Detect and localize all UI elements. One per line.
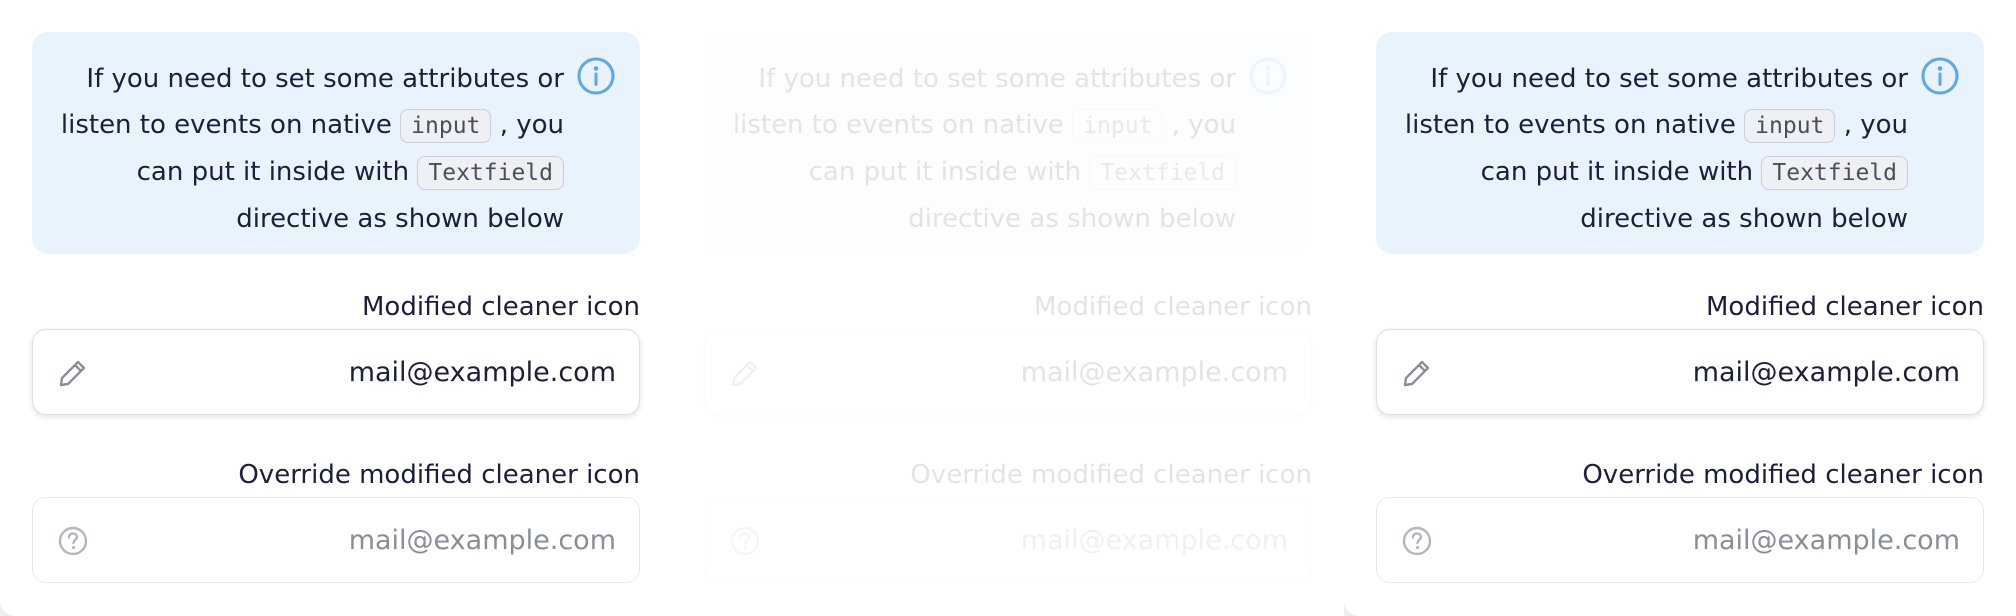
notice-line-4: directive as shown below [1580,204,1908,234]
stage: If you need to set some attributes or li… [0,0,2016,616]
email-value: mail@example.com [1020,357,1288,388]
info-notice: If you need to set some attributes or li… [1376,32,1984,254]
pencil-icon[interactable] [1401,357,1433,389]
info-circle-icon [577,57,615,95]
notice-line-3-pre: can put it inside with [1480,157,1754,187]
modified-cleaner-label: Modified cleaner icon [1706,292,1984,322]
info-circle-icon [1249,57,1287,95]
code-textfield: Textfield [1089,156,1236,190]
modified-cleaner-label: Modified cleaner icon [362,292,640,322]
notice-line-4: directive as shown below [236,204,564,234]
email-field-override[interactable]: mail@example.com [32,497,640,583]
notice-line-2-post: , you [499,110,564,140]
email-field-override[interactable]: mail@example.com [1376,497,1984,583]
question-circle-icon[interactable] [729,525,761,557]
question-circle-icon[interactable] [57,525,89,557]
override-cleaner-label: Override modified cleaner icon [910,460,1312,490]
notice-line-3-pre: can put it inside with [136,157,410,187]
notice-text: If you need to set some attributes or li… [44,56,564,242]
code-input: input [1072,109,1164,143]
override-cleaner-label: Override modified cleaner icon [1582,460,1984,490]
info-circle-icon [1921,57,1959,95]
email-field-modified[interactable]: mail@example.com [32,329,640,415]
notice-line-4: directive as shown below [908,204,1236,234]
notice-text: If you need to set some attributes or li… [716,56,1236,242]
info-notice: If you need to set some attributes or li… [704,32,1312,254]
email-value: mail@example.com [1020,525,1288,556]
pencil-icon[interactable] [57,357,89,389]
override-cleaner-label: Override modified cleaner icon [238,460,640,490]
notice-line-2-pre: listen to events on native [732,110,1064,140]
email-field-override[interactable]: mail@example.com [704,497,1312,583]
notice-line-2-pre: listen to events on native [1404,110,1736,140]
notice-line-2-post: , you [1171,110,1236,140]
modified-cleaner-label: Modified cleaner icon [1034,292,1312,322]
notice-line-2-post: , you [1843,110,1908,140]
email-value: mail@example.com [1692,525,1960,556]
email-field-modified[interactable]: mail@example.com [704,329,1312,415]
notice-line-1: If you need to set some attributes or [86,64,564,94]
notice-line-1: If you need to set some attributes or [1430,64,1908,94]
email-field-modified[interactable]: mail@example.com [1376,329,1984,415]
email-value: mail@example.com [348,525,616,556]
notice-text: If you need to set some attributes or li… [1388,56,1908,242]
code-textfield: Textfield [1761,156,1908,190]
code-input: input [1744,109,1836,143]
notice-line-3-pre: can put it inside with [808,157,1082,187]
preview-panel-1: If you need to set some attributes or li… [0,0,672,616]
notice-line-2-pre: listen to events on native [60,110,392,140]
notice-line-1: If you need to set some attributes or [758,64,1236,94]
preview-panel-2: If you need to set some attributes or li… [672,0,1344,616]
pencil-icon[interactable] [729,357,761,389]
info-notice: If you need to set some attributes or li… [32,32,640,254]
question-circle-icon[interactable] [1401,525,1433,557]
code-input: input [400,109,492,143]
email-value: mail@example.com [1692,357,1960,388]
preview-panel-3: If you need to set some attributes or li… [1344,0,2016,616]
code-textfield: Textfield [417,156,564,190]
email-value: mail@example.com [348,357,616,388]
